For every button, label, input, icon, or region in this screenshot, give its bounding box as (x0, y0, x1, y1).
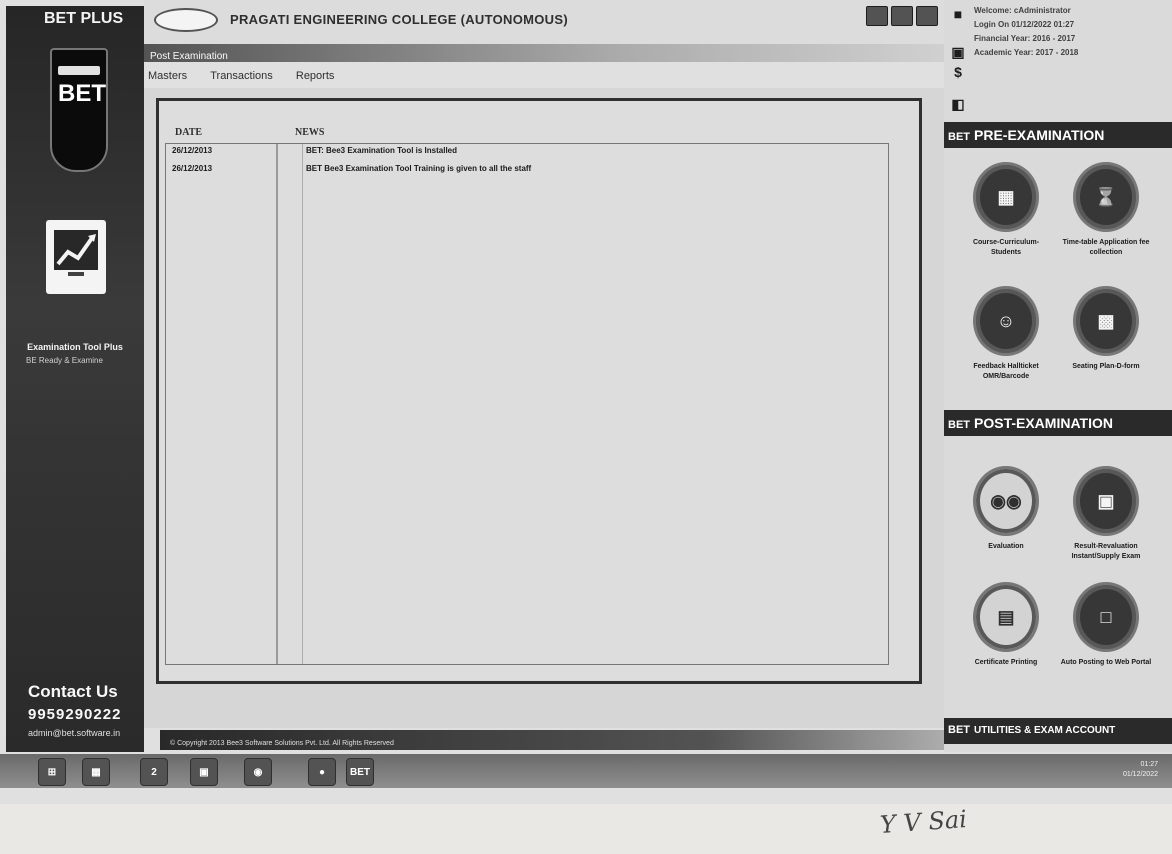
hourglass-icon: ⌛ (1073, 162, 1139, 232)
column-divider (302, 144, 303, 664)
college-logo (154, 8, 218, 32)
feedback-icon: ☺ (973, 286, 1039, 356)
menu-bar: Masters Transactions Reports (144, 64, 944, 86)
bet-mini-logo: BET (948, 419, 970, 431)
evaluation-icon: ◉◉ (973, 466, 1039, 536)
copyright-text: © Copyright 2013 Bee3 Software Solutions… (170, 740, 394, 747)
news-table: 26/12/2013 BET: Bee3 Examination Tool is… (165, 143, 889, 665)
dollar-icon: $ (954, 64, 962, 80)
user-info: Welcome: cAdministrator Login On 01/12/2… (974, 4, 1078, 60)
exam-tool-label: Examination Tool Plus (27, 342, 123, 352)
bet-mini-logo: BET (948, 131, 970, 143)
academic-year: Academic Year: 2017 - 2018 (974, 48, 1079, 57)
date-column-header: DATE (175, 127, 203, 138)
tile-certificate-printing[interactable]: ▤ Certificate Printing (958, 582, 1054, 668)
help-icon[interactable] (891, 6, 913, 26)
welcome-text: Welcome: cAdministrator (974, 6, 1071, 15)
news-column-header: NEWS (295, 127, 325, 138)
left-sidebar: BET PLUS BET Examination Tool Plus BE Re… (6, 6, 144, 752)
menu-transactions[interactable]: Transactions (210, 70, 273, 82)
chrome-icon[interactable]: ◉ (244, 758, 272, 786)
badge-text: BET (58, 80, 106, 107)
chart-icon[interactable] (46, 220, 106, 294)
taskbar-app-icon[interactable]: ▣ (190, 758, 218, 786)
calendar-icon: ▣ (951, 44, 965, 60)
tile-label: Evaluation (988, 543, 1024, 550)
bet-logo-badge: BET (50, 48, 108, 172)
app-header: PRAGATI ENGINEERING COLLEGE (AUTONOMOUS) (144, 0, 944, 44)
page-subtitle: Post Examination (150, 51, 228, 62)
tray-time: 01:27 (1140, 761, 1158, 768)
home-icon[interactable] (866, 6, 888, 26)
menu-masters[interactable]: Masters (148, 70, 187, 82)
bet-taskbar-button[interactable]: BET (346, 758, 374, 786)
tile-seating-plan[interactable]: ▩ Seating Plan-D-form (1058, 286, 1154, 372)
document-icon: ◧ (951, 96, 965, 112)
contact-email[interactable]: admin@bet.software.in (28, 728, 120, 738)
college-name: PRAGATI ENGINEERING COLLEGE (AUTONOMOUS) (230, 12, 568, 27)
tile-label: Seating Plan-D-form (1072, 363, 1140, 370)
utilities-header[interactable]: BET UTILITIES & EXAM ACCOUNT (944, 718, 1172, 744)
tile-result-revaluation[interactable]: ▣ Result-Revaluation Instant/Supply Exam (1058, 466, 1154, 562)
system-tray-clock[interactable]: 01:27 01/12/2022 (1123, 760, 1158, 780)
tile-time-table[interactable]: ⌛ Time-table Application fee collection (1058, 162, 1154, 258)
post-exam-title: POST-EXAMINATION (974, 415, 1113, 431)
utilities-title: UTILITIES & EXAM ACCOUNT (974, 725, 1116, 736)
post-exam-header: BET POST-EXAMINATION (944, 410, 1172, 436)
result-icon: ▣ (1073, 466, 1139, 536)
taskbar-app-icon[interactable]: 2 (140, 758, 168, 786)
user-icon: ■ (953, 6, 963, 22)
menu-reports[interactable]: Reports (296, 70, 335, 82)
tile-feedback[interactable]: ☺ Feedback Hallticket OMR/Barcode (958, 286, 1054, 382)
logout-icon[interactable] (916, 6, 938, 26)
chart-line-icon (54, 230, 98, 276)
tile-label: Course-Curriculum-Students (972, 239, 1040, 256)
tile-auto-posting[interactable]: □ Auto Posting to Web Portal (1058, 582, 1154, 668)
tile-evaluation[interactable]: ◉◉ Evaluation (958, 466, 1054, 552)
tray-date: 01/12/2022 (1122, 771, 1158, 778)
contact-phone: 9959290222 (28, 706, 122, 723)
pre-exam-header: BET PRE-EXAMINATION (944, 122, 1172, 148)
right-panel: ■ ▣ $ ◧ Welcome: cAdministrator Login On… (944, 0, 1172, 752)
news-date: 26/12/2013 (172, 146, 213, 155)
web-portal-icon: □ (1073, 582, 1139, 652)
tile-label: Result-Revaluation Instant/Supply Exam (1071, 543, 1141, 560)
main-content: DATE NEWS 26/12/2013 BET: Bee3 Examinati… (144, 88, 944, 728)
tile-label: Certificate Printing (974, 659, 1038, 666)
footer-bar: © Copyright 2013 Bee3 Software Solutions… (160, 730, 944, 750)
login-text: Login On 01/12/2022 01:27 (974, 20, 1075, 29)
seating-icon: ▩ (1073, 286, 1139, 356)
exam-tool-tagline: BE Ready & Examine (26, 356, 103, 365)
certificate-icon: ▤ (973, 582, 1039, 652)
news-date: 26/12/2013 (172, 164, 213, 173)
column-divider (276, 144, 278, 664)
screen: BET PLUS BET Examination Tool Plus BE Re… (0, 0, 1172, 804)
tile-label: Feedback Hallticket OMR/Barcode (973, 363, 1039, 380)
tile-label: Time-table Application fee collection (1062, 239, 1150, 256)
contact-title: Contact Us (28, 682, 118, 701)
course-icon: ▦ (973, 162, 1039, 232)
bet-mini-logo: BET (948, 724, 970, 736)
header-icons (866, 6, 941, 30)
handwritten-signature: Y V Sai (879, 805, 968, 839)
tile-course-curriculum[interactable]: ▦ Course-Curriculum-Students (958, 162, 1054, 258)
news-frame: DATE NEWS 26/12/2013 BET: Bee3 Examinati… (156, 98, 922, 684)
brand-title: BET PLUS (44, 10, 124, 27)
taskbar: ⊞ ▦ 2 ▣ ◉ ● BET 01:27 01/12/2022 (0, 754, 1172, 788)
taskbar-app-icon[interactable]: ▦ (82, 758, 110, 786)
page-subtitle-bar: Post Examination (144, 44, 944, 62)
pre-exam-title: PRE-EXAMINATION (974, 127, 1105, 143)
taskbar-app-icon[interactable]: ● (308, 758, 336, 786)
tile-label: Auto Posting to Web Portal (1060, 659, 1152, 666)
news-text: BET: Bee3 Examination Tool is Installed (306, 146, 457, 155)
news-text: BET Bee3 Examination Tool Training is gi… (306, 164, 532, 173)
financial-year: Financial Year: 2016 - 2017 (974, 34, 1076, 43)
start-button[interactable]: ⊞ (38, 758, 66, 786)
badge-pill (58, 66, 100, 75)
